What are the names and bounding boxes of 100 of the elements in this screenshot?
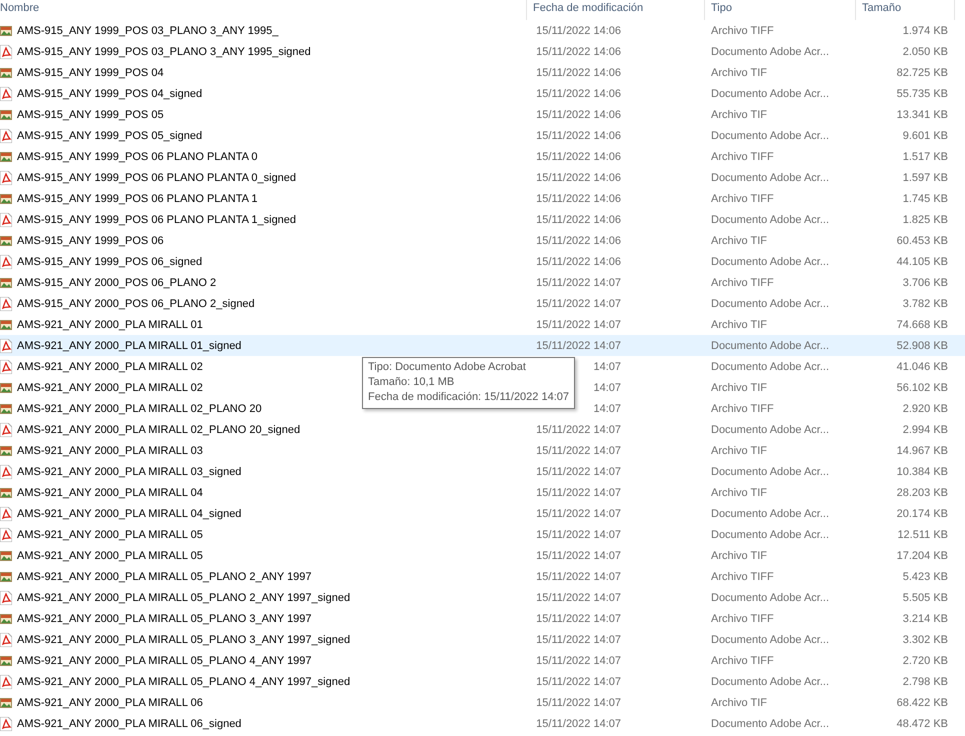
file-type: Archivo TIF <box>710 108 768 120</box>
image-file-icon <box>0 150 12 164</box>
modified-date: 15/11/2022 14:07 <box>535 486 621 498</box>
file-size: 2.798 KB <box>902 676 949 688</box>
file-name: AMS-915_ANY 2000_POS 06_PLANO 2_signed <box>17 298 255 310</box>
modified-date: 15/11/2022 14:06 <box>535 172 621 184</box>
file-size: 17.204 KB <box>896 550 949 562</box>
file-size: 28.203 KB <box>896 486 949 498</box>
file-name: AMS-915_ANY 1999_POS 04_signed <box>17 88 202 100</box>
file-name: AMS-921_ANY 2000_PLA MIRALL 05_PLANO 4_ANY 1997_signed <box>17 676 350 688</box>
file-size: 14.967 KB <box>896 444 949 456</box>
file-type: Documento Adobe Acr... <box>710 46 830 58</box>
file-name: AMS-921_ANY 2000_PLA MIRALL 05_PLANO 4_ANY 1997 <box>17 654 312 666</box>
column-header[interactable]: Nombre <box>0 0 527 20</box>
file-type: Documento Adobe Acr... <box>710 256 830 268</box>
pdf-file-icon <box>0 338 12 352</box>
file-size: 41.046 KB <box>896 360 949 372</box>
file-size: 56.102 KB <box>896 382 949 394</box>
file-name: AMS-921_ANY 2000_PLA MIRALL 05_PLANO 2_ANY 1997_signed <box>17 592 350 604</box>
modified-date: 15/11/2022 14:07 <box>535 696 621 708</box>
file-name: AMS-921_ANY 2000_PLA MIRALL 04 <box>17 486 203 498</box>
modified-date: 15/11/2022 14:06 <box>535 66 621 78</box>
file-name: AMS-921_ANY 2000_PLA MIRALL 01_signed <box>17 340 242 352</box>
image-file-icon <box>0 444 12 458</box>
file-name: AMS-915_ANY 1999_POS 04 <box>17 66 164 78</box>
file-size: 1.517 KB <box>902 150 949 162</box>
file-type: Archivo TIF <box>710 382 768 394</box>
file-name: AMS-921_ANY 2000_PLA MIRALL 06_signed <box>17 718 242 730</box>
modified-date: 15/11/2022 14:07 <box>535 676 621 688</box>
file-size: 48.472 KB <box>896 718 949 730</box>
file-type: Documento Adobe Acr... <box>710 508 830 520</box>
file-name: AMS-915_ANY 1999_POS 06 PLANO PLANTA 1_signed <box>17 214 296 226</box>
file-type: Archivo TIF <box>710 444 768 456</box>
file-size: 52.908 KB <box>896 340 949 352</box>
file-name: AMS-915_ANY 1999_POS 06_signed <box>17 256 202 268</box>
image-file-icon <box>0 234 12 248</box>
file-type: Archivo TIFF <box>710 24 775 36</box>
modified-date: 15/11/2022 14:06 <box>535 108 621 120</box>
file-type: Archivo TIF <box>710 486 768 498</box>
file-size: 3.706 KB <box>902 276 949 288</box>
column-header[interactable]: Fecha de modificación <box>527 0 705 20</box>
modified-date: 15/11/2022 14:06 <box>535 46 621 58</box>
file-type: Documento Adobe Acr... <box>710 528 830 540</box>
modified-date: 14:07 <box>592 360 621 372</box>
file-name: AMS-921_ANY 2000_PLA MIRALL 01 <box>17 318 203 330</box>
file-name: AMS-915_ANY 1999_POS 05 <box>17 108 164 120</box>
file-size: 74.668 KB <box>896 318 949 330</box>
file-name: AMS-921_ANY 2000_PLA MIRALL 05_PLANO 3_ANY 1997_signed <box>17 634 350 646</box>
modified-date: 15/11/2022 14:06 <box>535 88 621 100</box>
file-size: 55.735 KB <box>896 88 949 100</box>
modified-date: 15/11/2022 14:06 <box>535 150 621 162</box>
file-size: 2.920 KB <box>902 402 949 414</box>
tooltip-line: Fecha de modificación: 15/11/2022 14:07 <box>368 390 569 405</box>
modified-date: 15/11/2022 14:07 <box>535 528 621 540</box>
file-type: Documento Adobe Acr... <box>710 718 830 730</box>
image-file-icon <box>0 24 12 38</box>
file-name: AMS-921_ANY 2000_PLA MIRALL 05_PLANO 2_ANY 1997 <box>17 570 312 582</box>
modified-date: 15/11/2022 14:07 <box>535 340 621 352</box>
file-type: Documento Adobe Acr... <box>710 592 830 604</box>
column-header[interactable]: Tamaño <box>856 0 955 20</box>
image-file-icon <box>0 192 12 206</box>
file-type: Documento Adobe Acr... <box>710 676 830 688</box>
modified-date: 15/11/2022 14:07 <box>535 654 621 666</box>
modified-date: 15/11/2022 14:07 <box>535 466 621 478</box>
file-size: 5.423 KB <box>902 570 949 582</box>
file-name: AMS-921_ANY 2000_PLA MIRALL 02 <box>17 360 203 372</box>
tooltip-line: Tamaño: 10,1 MB <box>368 375 456 390</box>
modified-date: 15/11/2022 14:07 <box>535 718 621 730</box>
modified-date: 15/11/2022 14:06 <box>535 256 621 268</box>
modified-date: 15/11/2022 14:07 <box>535 592 621 604</box>
file-size: 3.214 KB <box>902 612 949 624</box>
file-size: 1.745 KB <box>902 192 949 204</box>
file-name: AMS-915_ANY 1999_POS 06 PLANO PLANTA 1 <box>17 192 258 204</box>
file-type: Documento Adobe Acr... <box>710 172 830 184</box>
file-type: Archivo TIFF <box>710 654 775 666</box>
image-file-icon <box>0 66 12 80</box>
file-size: 3.302 KB <box>902 634 949 646</box>
image-file-icon <box>0 548 12 562</box>
modified-date: 14:07 <box>592 382 621 394</box>
file-size: 44.105 KB <box>896 256 949 268</box>
column-header[interactable]: Tipo <box>705 0 856 20</box>
image-file-icon <box>0 276 12 290</box>
file-size: 1.825 KB <box>902 214 949 226</box>
file-name: AMS-915_ANY 1999_POS 05_signed <box>17 130 202 142</box>
file-name: AMS-921_ANY 2000_PLA MIRALL 02 <box>17 382 203 394</box>
modified-date: 15/11/2022 14:06 <box>535 130 621 142</box>
file-size: 1.974 KB <box>902 24 949 36</box>
file-row[interactable]: AMS-921_ANY 2000_PLA MIRALL 01_signed 15/11/2022 14:07 Documento Adobe Acr... 52.908 KB <box>0 335 965 356</box>
file-name: AMS-921_ANY 2000_PLA MIRALL 04_signed <box>17 508 242 520</box>
file-type: Documento Adobe Acr... <box>710 466 830 478</box>
file-name: AMS-921_ANY 2000_PLA MIRALL 03 <box>17 444 203 456</box>
file-type: Archivo TIFF <box>710 192 775 204</box>
file-size: 1.597 KB <box>902 172 949 184</box>
tooltip-line: Tipo: Documento Adobe Acrobat <box>368 360 527 375</box>
file-type: Archivo TIF <box>710 234 768 246</box>
file-type: Documento Adobe Acr... <box>710 340 830 352</box>
file-type: Documento Adobe Acr... <box>710 634 830 646</box>
modified-date: 15/11/2022 14:07 <box>535 550 621 562</box>
file-type: Archivo TIFF <box>710 150 775 162</box>
file-size: 82.725 KB <box>896 66 949 78</box>
